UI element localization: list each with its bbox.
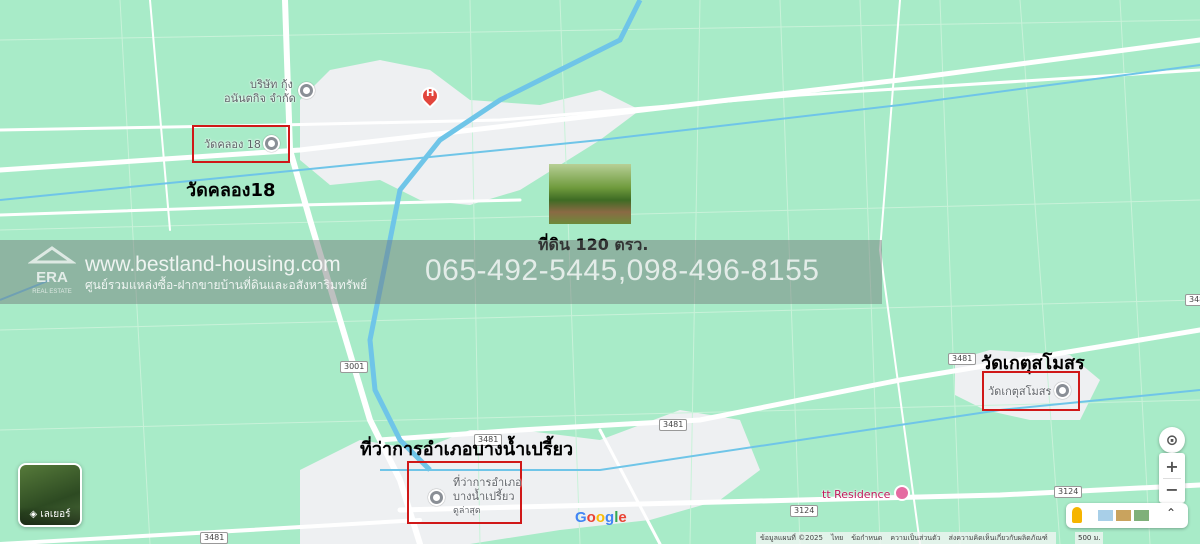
google-logo: Google [575, 509, 627, 526]
road-shield: 3481 [1185, 294, 1200, 306]
poi-company-label-2: อนันตกิจ จำกัด [224, 92, 296, 105]
annotation-wat-khlong: วัดคลอง18 [186, 180, 276, 201]
crosshair-icon: ⊙ [1165, 431, 1179, 449]
layers-label: เลเยอร์ [40, 509, 71, 520]
poi-tt-residence-label[interactable]: tt Residence [822, 488, 890, 502]
zoom-out-button[interactable]: − [1165, 479, 1178, 501]
expand-icon[interactable]: ⌃ [1166, 506, 1176, 520]
pegman-icon[interactable] [1072, 507, 1082, 523]
highlight-box-wat-khlong [192, 125, 290, 163]
imagery-tray: ⌃ [1066, 503, 1188, 528]
government-building-icon[interactable] [428, 489, 445, 506]
google-letter: G [575, 509, 587, 526]
annotation-amphoe: ที่ว่าการอำเภอบางน้ำเปรี้ยว [360, 439, 574, 460]
layers-button[interactable]: ◈ เลเยอร์ [18, 463, 82, 527]
land-photo[interactable] [549, 164, 631, 224]
feedback-link[interactable]: ส่งความคิดเห็นเกี่ยวกับผลิตภัณฑ์ [949, 533, 1048, 544]
poi-amphoe-label-1[interactable]: ที่ว่าการอำเภอ [453, 476, 522, 490]
street-thumbnail[interactable] [1134, 510, 1149, 521]
zoom-in-button[interactable]: + [1165, 456, 1178, 478]
hotel-icon[interactable] [894, 485, 910, 501]
hospital-glyph: H [426, 88, 435, 99]
road-shield: 3481 [659, 419, 688, 431]
watermark-url: www.bestland-housing.com [85, 253, 341, 276]
terms-link[interactable]: ข้อกำหนด [851, 533, 882, 544]
road-shield: 3481 [200, 532, 229, 544]
road-shield: 3481 [948, 353, 977, 365]
language-link[interactable]: ไทย [831, 533, 843, 544]
google-letter: g [605, 509, 615, 526]
highlight-box-wat-ket [982, 371, 1080, 411]
zoom-control: + − [1159, 453, 1185, 503]
poi-amphoe-label-3: ดูล่าสุด [453, 506, 481, 516]
road-shield: 3124 [1054, 486, 1083, 498]
road-shield: 3001 [340, 361, 369, 373]
layers-icon: ◈ [29, 509, 41, 520]
poi-amphoe-label-2[interactable]: บางน้ำเปรี้ยว [453, 490, 515, 504]
era-logo-sub: REAL ESTATE [32, 289, 72, 295]
poi-company-label-1: บริษัท กุ้ง [250, 78, 293, 91]
watermark-tagline: ศูนย์รวมแหล่งซื้อ-ฝากขายบ้านที่ดินและอสั… [85, 278, 368, 292]
terrain-thumbnail[interactable] [1098, 510, 1113, 521]
scale-bar[interactable]: 500 ม. [1075, 532, 1104, 544]
era-logo-text: ERA [36, 269, 68, 286]
map-footer: ข้อมูลแผนที่ ©2025 ไทย ข้อกำหนด ความเป็น… [756, 532, 1056, 544]
google-letter: e [618, 509, 627, 526]
watermark-phones: 065-492-5445,098-496-8155 [425, 254, 820, 287]
google-letter: o [595, 509, 606, 526]
era-logo: ERA REAL ESTATE [28, 246, 76, 295]
my-location-button[interactable]: ⊙ [1159, 427, 1185, 453]
google-letter: o [586, 509, 596, 526]
company-pin-icon[interactable] [298, 82, 315, 99]
road-shield: 3124 [790, 505, 819, 517]
map-data-credit: ข้อมูลแผนที่ ©2025 [760, 533, 823, 542]
satellite-thumbnail[interactable] [1116, 510, 1131, 521]
privacy-link[interactable]: ความเป็นส่วนตัว [890, 533, 940, 544]
